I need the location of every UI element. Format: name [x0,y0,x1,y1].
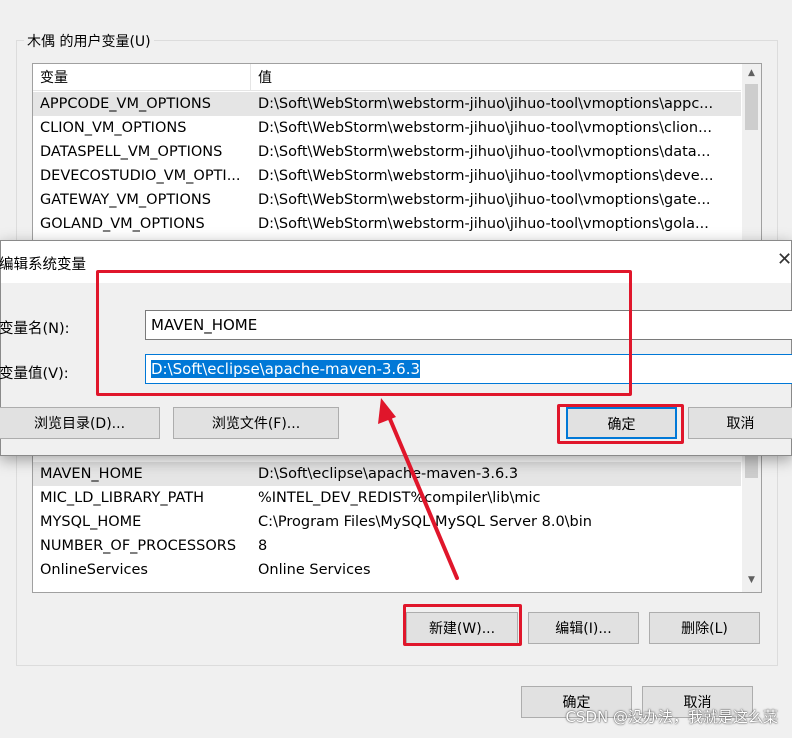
watermark: CSDN @没办法，我就是这么菜 [565,708,778,726]
annotation-arrow [378,398,459,580]
